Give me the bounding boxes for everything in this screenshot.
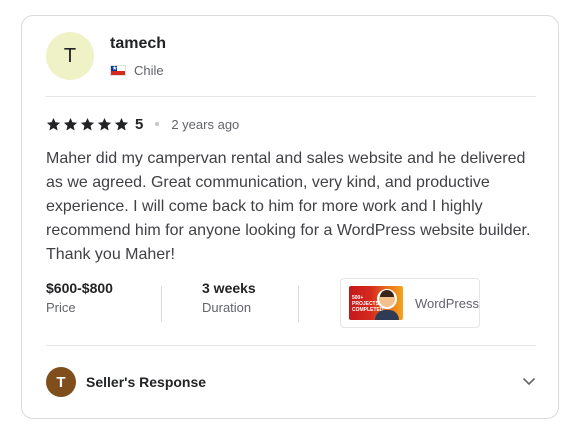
review-text: Maher did my campervan rental and sales …: [46, 150, 531, 263]
gig-thumbnail: 500+ PROJECTS COMPLETED: [349, 286, 403, 320]
chevron-down-icon[interactable]: [522, 374, 536, 388]
review-time: 2 years ago: [171, 116, 240, 132]
reviewer-avatar[interactable]: T: [46, 32, 94, 80]
price-label: Price: [46, 300, 76, 315]
star-icon: [46, 117, 61, 130]
rating-value: 5: [135, 115, 144, 133]
separator-dot: [155, 122, 160, 126]
seller-response-label: Seller's Response: [86, 374, 207, 390]
header-divider: [46, 96, 536, 97]
star-icon: [63, 117, 78, 130]
rating-row: 5 2 years ago: [46, 114, 239, 134]
star-rating: [46, 117, 131, 132]
seller-avatar: T: [46, 367, 76, 397]
gig-title: WordPress: [414, 295, 479, 311]
price-stat: $600-$800 Price: [46, 278, 113, 318]
price-value: $600-$800: [46, 280, 113, 296]
chile-flag-icon: ★: [110, 65, 126, 76]
gig-link[interactable]: 500+ PROJECTS COMPLETED WordPress: [340, 278, 480, 328]
review-card: T tamech ★ Chile 5 2 years ago Maher did…: [21, 15, 559, 419]
gig-thumbnail-text: 500+ PROJECTS COMPLETED: [352, 295, 384, 313]
stat-divider: [298, 286, 299, 322]
response-divider: [46, 345, 536, 346]
duration-value: 3 weeks: [202, 280, 256, 296]
reviewer-country: ★ Chile: [110, 63, 164, 78]
duration-label: Duration: [202, 300, 252, 315]
star-icon: [80, 117, 95, 130]
reviewer-name[interactable]: tamech: [110, 35, 166, 53]
seller-response-toggle[interactable]: T Seller's Response: [46, 366, 536, 398]
reviewer-avatar-letter: T: [63, 44, 77, 67]
duration-stat: 3 weeks Duration: [202, 278, 256, 318]
seller-avatar-letter: T: [56, 373, 66, 391]
star-icon: [114, 117, 129, 130]
star-icon: [97, 117, 112, 130]
country-name: Chile: [134, 63, 164, 78]
review-stats: $600-$800 Price 3 weeks Duration 500+ PR…: [46, 278, 536, 330]
stat-divider: [161, 286, 162, 322]
reviewer-header: T tamech ★ Chile: [46, 32, 536, 96]
